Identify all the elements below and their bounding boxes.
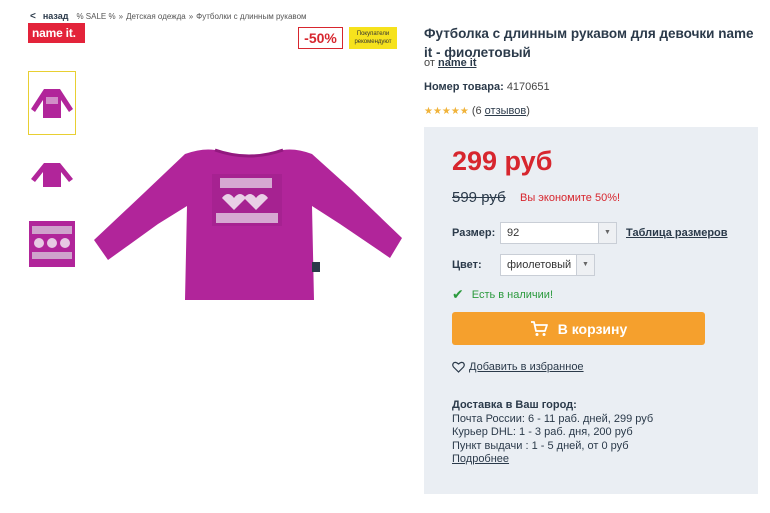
add-to-cart-label: В корзину (557, 320, 628, 337)
breadcrumb-item-kids-clothing[interactable]: Детская одежда (126, 12, 186, 21)
brand-logo[interactable]: name it. (28, 23, 85, 43)
main-product-image[interactable] (90, 140, 408, 308)
stock-status: ✔ Есть в наличии! (452, 286, 553, 303)
breadcrumb-separator: » (118, 11, 124, 21)
delivery-more-link[interactable]: Подробнее (452, 453, 509, 465)
thumbnail-front[interactable] (28, 71, 76, 135)
longsleeve-shirt-image (94, 148, 402, 300)
size-select-value: 92 (507, 227, 520, 239)
shirt-image (31, 89, 73, 118)
savings-text: Вы экономите 50%! (520, 192, 621, 204)
brand-link[interactable]: name it (438, 57, 477, 69)
color-label: Цвет: (452, 259, 482, 271)
breadcrumb-item-sale[interactable]: % SALE % (76, 12, 115, 21)
breadcrumb-separator: » (188, 11, 194, 21)
breadcrumb: < назад % SALE % » Детская одежда » Футб… (30, 9, 307, 23)
delivery-heading: Доставка в Ваш город: (452, 399, 577, 411)
chevron-left-icon: < (30, 10, 36, 22)
recommended-badge-line1: Покупатели (356, 31, 390, 37)
product-brand-line: от name it (424, 57, 477, 69)
current-price: 299 руб (452, 146, 553, 176)
color-select-value: фиолетовый (507, 259, 572, 271)
product-rating: ★★★★★ (6 отзывов) (424, 105, 530, 117)
delivery-option-post: Почта России: 6 - 11 раб. дней, 299 руб (452, 412, 654, 425)
delivery-info: Доставка в Ваш город: Почта России: 6 - … (452, 399, 653, 467)
discount-badge: -50% (298, 27, 343, 49)
breadcrumb-item-longsleeve[interactable]: Футболки с длинным рукавом (196, 12, 306, 21)
chevron-down-icon: ▼ (576, 255, 594, 275)
delivery-option-pickup: Пункт выдачи : 1 - 5 дней, от 0 руб (452, 439, 629, 452)
check-icon: ✔ (452, 286, 464, 302)
by-label: от (424, 57, 435, 69)
star-rating-icon: ★★★★★ (424, 105, 469, 117)
size-select[interactable]: 92 ▼ (500, 222, 617, 244)
thumbnail-print-detail[interactable] (28, 212, 76, 276)
recommended-badge-line2: рекомендуют (354, 39, 392, 45)
stock-status-text: Есть в наличии! (471, 288, 554, 301)
reviews-close: ) (526, 105, 530, 117)
color-select[interactable]: фиолетовый ▼ (500, 254, 595, 276)
shirt-image (31, 163, 73, 187)
back-label: назад (42, 11, 69, 21)
reviews-open: (6 (471, 105, 482, 117)
back-link[interactable]: < назад (30, 11, 68, 22)
chevron-down-icon: ▼ (598, 223, 616, 243)
heart-icon (452, 361, 465, 373)
recommended-badge: Покупатели рекомендуют (349, 27, 397, 49)
reviews-link[interactable]: отзывов (485, 105, 527, 117)
thumbnail-back[interactable] (28, 142, 76, 206)
product-sku: Номер товара: 4170651 (424, 81, 550, 93)
old-price: 599 руб (452, 189, 506, 206)
delivery-option-courier: Курьер DHL: 1 - 3 раб. дня, 200 руб (452, 426, 633, 438)
size-label: Размер: (452, 227, 496, 239)
size-table-link[interactable]: Таблица размеров (626, 227, 728, 239)
add-to-favorites-link[interactable]: Добавить в избранное (452, 361, 584, 373)
print-detail-image (29, 221, 75, 267)
cart-icon (530, 320, 548, 336)
add-to-favorites-label: Добавить в избранное (469, 361, 584, 373)
sku-value: 4170651 (506, 81, 550, 93)
add-to-cart-button[interactable]: В корзину (452, 312, 705, 345)
sku-label: Номер товара: (424, 81, 504, 93)
